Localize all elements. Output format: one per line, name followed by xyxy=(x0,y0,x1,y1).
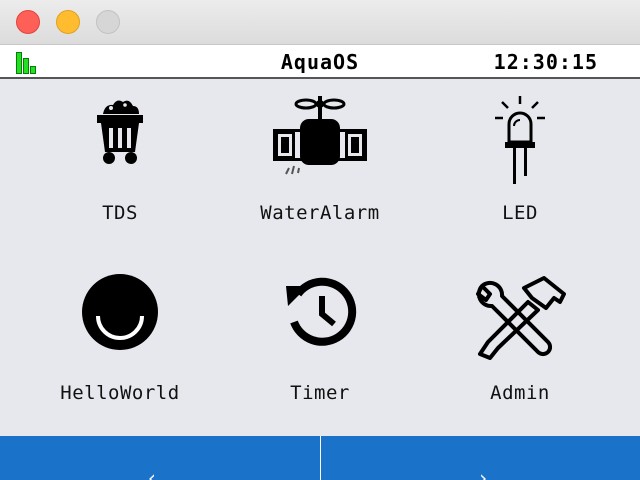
app-admin[interactable]: Admin xyxy=(420,260,620,430)
app-label: WaterAlarm xyxy=(260,202,380,224)
app-timer[interactable]: Timer xyxy=(220,260,420,430)
wrench-hammer-icon xyxy=(476,276,566,360)
window-minimize-button[interactable] xyxy=(56,10,80,34)
window-close-button[interactable] xyxy=(16,10,40,34)
history-clock-icon xyxy=(286,277,357,346)
app-label: TDS xyxy=(102,202,138,224)
app-label: HelloWorld xyxy=(60,382,180,404)
prev-page-button[interactable]: ‹ xyxy=(0,436,320,480)
next-page-button[interactable]: › xyxy=(321,436,640,480)
app-helloworld[interactable]: HelloWorld xyxy=(20,260,220,430)
mine-cart-icon xyxy=(97,100,143,164)
smile-icon xyxy=(82,274,158,350)
window-titlebar xyxy=(0,0,640,45)
navigation-bar: ‹ › xyxy=(0,436,640,480)
app-led[interactable]: LED xyxy=(420,80,620,250)
status-bar: AquaOS 12:30:15 xyxy=(0,45,640,79)
app-label: Timer xyxy=(290,382,350,404)
chevron-right-icon: › xyxy=(477,472,489,480)
app-wateralarm[interactable]: WaterAlarm xyxy=(220,80,420,250)
sprinkler-icon xyxy=(273,96,367,175)
app-grid: TDS WaterAlarm LED HelloWorld Timer Admi… xyxy=(0,80,640,435)
clock: 12:30:15 xyxy=(493,50,598,74)
app-label: Admin xyxy=(490,382,550,404)
chevron-left-icon: ‹ xyxy=(146,472,158,480)
window-maximize-button[interactable] xyxy=(96,10,120,34)
led-bulb-icon xyxy=(495,96,545,184)
app-label: LED xyxy=(502,202,538,224)
app-tds[interactable]: TDS xyxy=(20,80,220,250)
